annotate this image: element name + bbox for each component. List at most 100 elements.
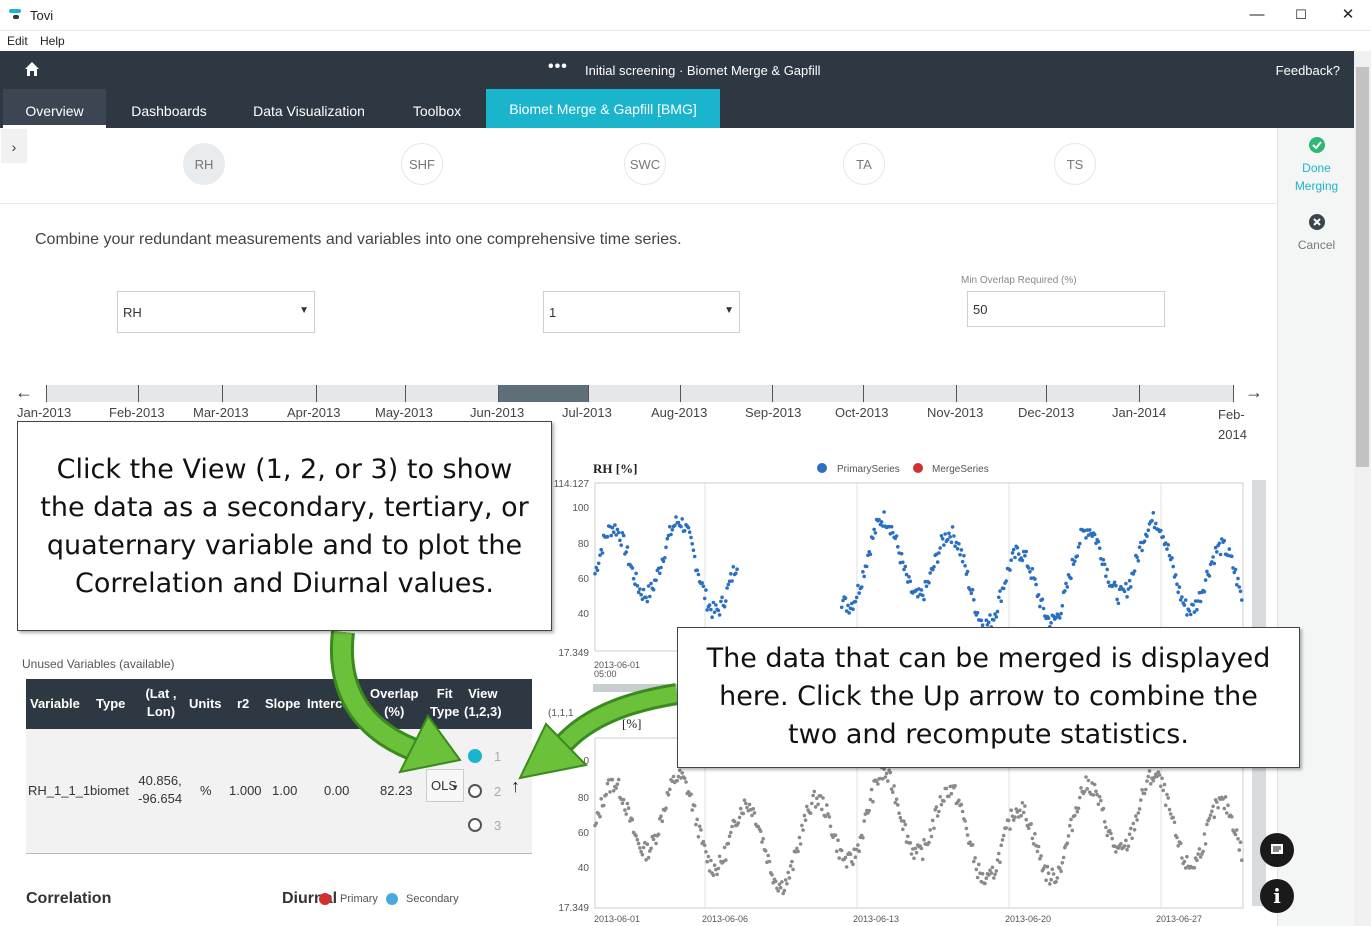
data-point [980, 872, 985, 876]
data-point [1151, 511, 1156, 515]
col-latlon: (Lat , Lon) [144, 685, 178, 721]
data-point [1034, 582, 1038, 587]
variable-rh[interactable]: RH [183, 143, 225, 185]
data-point [766, 853, 770, 858]
data-point [626, 806, 631, 810]
data-point [892, 784, 896, 788]
data-point [947, 531, 951, 536]
tab-dashboards[interactable]: Dashboards [113, 89, 225, 128]
data-point [1106, 580, 1111, 584]
table-header: Variable Type (Lat , Lon) Units r2 Slope… [26, 679, 532, 729]
data-point [1216, 805, 1220, 810]
data-point [1159, 784, 1163, 789]
data-point [638, 587, 642, 591]
merge-description: Combine your redundant measurements and … [35, 231, 682, 248]
col-latlon-line2: Lon) [146, 704, 176, 719]
menu-help[interactable]: Help [40, 34, 65, 48]
data-point [884, 771, 889, 776]
done-merging-button[interactable]: Done Merging [1278, 136, 1355, 195]
close-button[interactable]: ✕ [1328, 4, 1368, 26]
page-scrollbar-thumb[interactable] [1356, 67, 1369, 467]
data-point [972, 859, 976, 864]
data-point [937, 551, 941, 555]
data-point [864, 564, 869, 569]
data-point [943, 532, 947, 536]
data-point [1211, 804, 1215, 809]
variable-swc[interactable]: SWC [624, 143, 666, 185]
feedback-link[interactable]: Feedback? [1276, 63, 1340, 78]
number-select[interactable]: 1 ▼ [543, 291, 740, 333]
data-point [729, 572, 733, 576]
number-select-value: 1 [549, 305, 557, 320]
x-tick-label: 2013-06-06 [702, 914, 748, 924]
variable-ts[interactable]: TS [1054, 143, 1096, 185]
data-point [919, 588, 924, 592]
cancel-button[interactable]: Cancel [1278, 213, 1355, 254]
timeline-bar[interactable] [46, 385, 1234, 402]
variable-select[interactable]: RH ▼ [117, 291, 315, 333]
home-icon[interactable] [24, 61, 40, 77]
data-point [1075, 809, 1080, 814]
info-button[interactable]: i [1260, 879, 1294, 913]
data-point [675, 778, 679, 783]
data-point [1079, 786, 1083, 790]
data-point [1061, 855, 1066, 860]
fit-type-select[interactable]: OLS ▼ [426, 769, 464, 802]
view-label-1: 1 [494, 749, 502, 764]
timeline-month-label: Dec-2013 [1018, 405, 1075, 420]
data-point [1175, 582, 1179, 586]
view-label-2: 2 [494, 784, 502, 799]
data-point [871, 536, 875, 540]
data-point [1125, 595, 1129, 599]
tab-data-visualization[interactable]: Data Visualization [240, 89, 378, 128]
timeline-next-arrow-icon[interactable]: → [1245, 382, 1263, 403]
merge-up-arrow-icon[interactable]: ↑ [511, 777, 520, 795]
data-point [1165, 792, 1169, 797]
sidebar-toggle-chevron-icon[interactable]: › [1, 129, 27, 163]
data-point [722, 604, 727, 609]
data-point [960, 809, 965, 814]
data-point [994, 615, 999, 619]
data-point [973, 856, 977, 860]
data-point [907, 575, 911, 579]
data-point [812, 789, 817, 794]
min-overlap-input[interactable]: 50 [967, 291, 1165, 327]
more-options-icon[interactable]: ••• [548, 58, 568, 76]
data-point [1172, 820, 1177, 825]
data-point [1086, 778, 1091, 783]
data-point [935, 560, 940, 564]
tab-toolbox[interactable]: Toolbox [395, 89, 479, 128]
data-point [898, 815, 903, 820]
notes-button[interactable] [1260, 833, 1294, 867]
timeline-prev-arrow-icon[interactable]: ← [15, 382, 33, 403]
variable-shf[interactable]: SHF [401, 143, 443, 185]
tab-biomet-merge-gapfill[interactable]: Biomet Merge & Gapfill [BMG] [486, 89, 720, 128]
view-radio-2[interactable] [468, 784, 482, 798]
month-label: Feb- [1218, 407, 1245, 422]
data-point [690, 808, 694, 812]
timeline-selected-range[interactable] [498, 385, 588, 402]
menu-edit[interactable]: Edit [7, 34, 28, 48]
col-latlon-line1: (Lat , [145, 686, 177, 701]
data-point [722, 845, 727, 850]
minimize-button[interactable]: — [1237, 4, 1277, 26]
data-point [625, 545, 630, 549]
data-point [914, 850, 919, 855]
data-point [605, 781, 610, 786]
data-point [697, 824, 702, 829]
view-radio-3[interactable] [468, 818, 482, 832]
chart1-title: RH [%] [593, 461, 637, 476]
maximize-button[interactable]: ☐ [1281, 4, 1321, 26]
timeline-tick [138, 385, 139, 402]
view-radio-1[interactable] [468, 749, 482, 763]
data-point [641, 587, 646, 592]
tab-overview[interactable]: Overview [3, 89, 106, 128]
variable-ta[interactable]: TA [843, 143, 885, 185]
data-point [674, 515, 678, 519]
timeline-tick [956, 385, 957, 402]
data-point [1000, 838, 1005, 842]
timeline-tick [772, 385, 773, 402]
data-point [844, 865, 849, 869]
data-point [808, 811, 813, 815]
data-point [859, 585, 864, 589]
